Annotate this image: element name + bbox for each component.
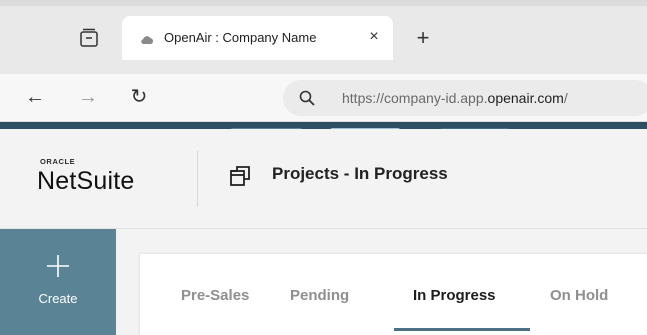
netsuite-logo[interactable]: NetSuite	[37, 167, 135, 196]
status-tabs: Pre-Sales Pending In Progress On Hold	[140, 254, 647, 335]
browser-toolbar: ← → ↻ https://company-id.app.openair.com…	[0, 74, 647, 122]
forward-arrow-icon[interactable]: →	[75, 85, 101, 111]
collections-icon[interactable]	[78, 27, 100, 49]
create-label: Create	[38, 291, 78, 306]
active-tab-indicator	[394, 328, 530, 331]
url-suffix: /	[563, 90, 568, 106]
oracle-logo: ORACLE	[40, 157, 76, 166]
tab-in-progress[interactable]: In Progress	[413, 287, 496, 304]
tab-on-hold[interactable]: On Hold	[550, 287, 608, 304]
browser-tab[interactable]: OpenAir : Company Name ×	[122, 16, 393, 60]
app-header: ORACLE NetSuite Projects - In Progress	[0, 129, 647, 229]
url-text: https://company-id.app.openair.com/	[342, 90, 568, 106]
back-arrow-icon[interactable]: ←	[22, 85, 48, 111]
tab-strip-edge	[0, 0, 647, 6]
reload-icon[interactable]: ↻	[126, 85, 152, 111]
browser-tab-strip: OpenAir : Company Name × +	[0, 0, 647, 74]
search-icon	[299, 90, 315, 106]
tab-pending[interactable]: Pending	[290, 287, 349, 304]
cloud-icon	[140, 32, 154, 44]
page-title: Projects - In Progress	[272, 164, 448, 183]
create-button[interactable]: Create	[0, 229, 116, 335]
address-bar[interactable]: https://company-id.app.openair.com/	[283, 80, 647, 116]
close-tab-icon[interactable]: ×	[364, 26, 384, 48]
tab-title: OpenAir : Company Name	[164, 30, 317, 45]
plus-icon	[43, 251, 73, 281]
new-tab-button[interactable]: +	[410, 26, 436, 52]
url-domain: openair.com	[487, 90, 564, 106]
projects-icon	[229, 165, 251, 187]
tab-pre-sales[interactable]: Pre-Sales	[181, 287, 249, 304]
header-divider	[197, 151, 198, 207]
decorative-banner	[0, 122, 647, 129]
url-prefix: https://company-id.app.	[342, 90, 488, 106]
